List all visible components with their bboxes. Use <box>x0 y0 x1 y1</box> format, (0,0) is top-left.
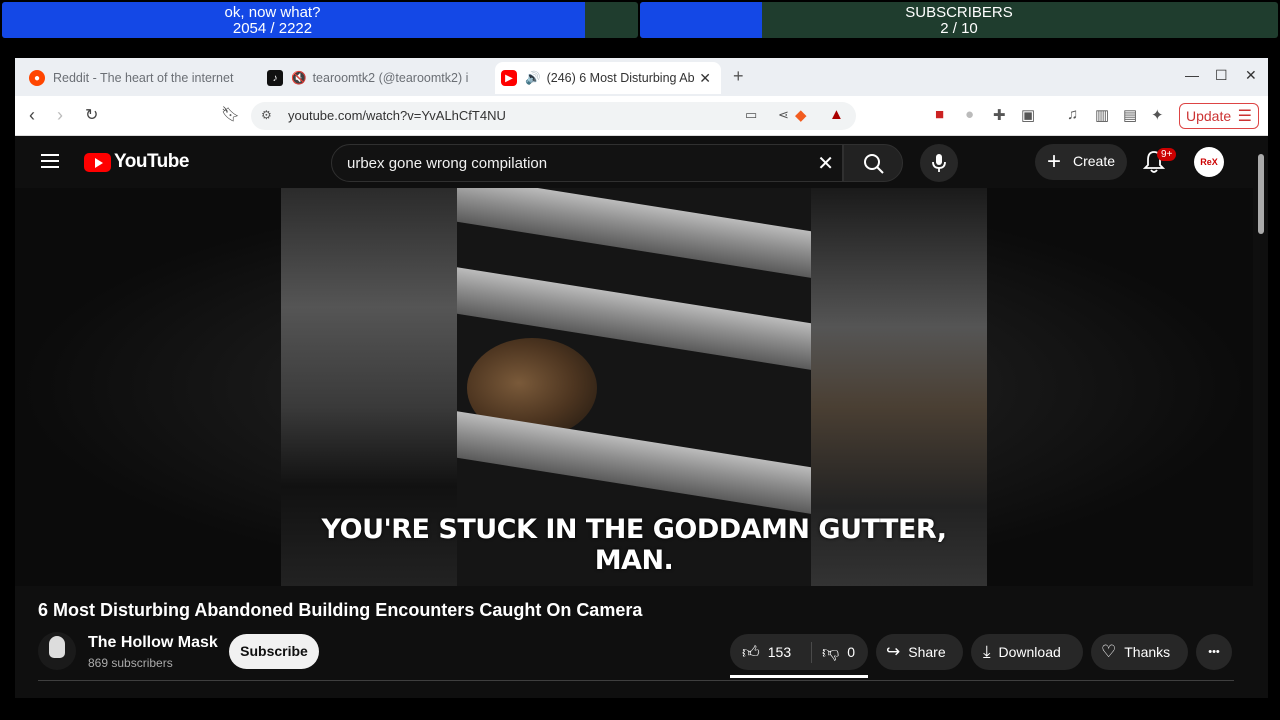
download-icon: ⤓ <box>983 642 991 661</box>
skull-icon <box>49 636 65 658</box>
microphone-icon <box>932 154 946 172</box>
page-scrollbar[interactable] <box>1255 136 1268 698</box>
close-window-icon[interactable]: ✕ <box>1245 67 1257 84</box>
maximize-icon[interactable]: ☐ <box>1215 67 1228 84</box>
forward-icon[interactable]: › <box>57 105 63 126</box>
dislike-button[interactable]: 👎︎ 0 <box>812 642 855 663</box>
leo-ai-icon[interactable]: ✦ <box>1151 106 1164 124</box>
extension-icon[interactable]: ● <box>965 106 974 123</box>
reddit-icon: ● <box>29 70 45 86</box>
search-input[interactable]: urbex gone wrong compilation ✕ <box>331 144 843 182</box>
cast-icon[interactable]: ▭ <box>745 107 757 123</box>
goal-title: SUBSCRIBERS <box>905 4 1013 21</box>
subscribe-button[interactable]: Subscribe <box>229 634 319 669</box>
tab-youtube[interactable]: ▶ 🔊 (246) 6 Most Disturbing Ab ✕ <box>495 62 721 94</box>
youtube-page: YouTube urbex gone wrong compilation ✕ +… <box>15 136 1253 698</box>
plus-icon: + <box>1047 148 1062 175</box>
channel-avatar[interactable] <box>38 632 76 670</box>
menu-icon: ☰ <box>1237 108 1252 125</box>
like-button[interactable]: 👍︎ 153 <box>730 641 812 663</box>
divider <box>38 680 1234 681</box>
voice-search-button[interactable] <box>920 144 958 182</box>
brave-shield-icon[interactable]: ◆ <box>795 106 807 124</box>
share-arrow-icon: ↪ <box>886 642 901 661</box>
sidebar-icon[interactable]: ▥ <box>1095 106 1109 124</box>
thanks-button[interactable]: ♡ Thanks <box>1091 634 1188 670</box>
tab-bar: ● Reddit - The heart of the internet ♪ 🔇… <box>15 58 1268 96</box>
tiktok-icon: ♪ <box>267 70 283 86</box>
video-player[interactable]: YOU'RE STUCK IN THE GODDAMN GUTTER, MAN. <box>281 188 987 586</box>
search-button[interactable] <box>843 144 903 182</box>
subscriber-count: 869 subscribers <box>88 656 173 670</box>
browser-window: ● Reddit - The heart of the internet ♪ 🔇… <box>15 58 1268 698</box>
video-caption: YOU'RE STUCK IN THE GODDAMN GUTTER, MAN. <box>321 514 947 576</box>
video-player-area[interactable]: YOU'RE STUCK IN THE GODDAMN GUTTER, MAN. <box>15 188 1253 586</box>
download-button[interactable]: ⤓ Download <box>971 634 1083 670</box>
thumbs-up-icon: 👍︎ <box>742 642 760 662</box>
thumbs-down-icon: 👎︎ <box>822 642 840 662</box>
like-dislike-group: 👍︎ 153 👎︎ 0 <box>730 634 868 670</box>
muted-icon: 🔇 <box>291 70 307 85</box>
youtube-icon: ▶ <box>501 70 517 86</box>
grate-bar <box>457 408 811 518</box>
back-icon[interactable]: ‹ <box>29 105 35 126</box>
goal-bar-right: SUBSCRIBERS 2 / 10 <box>640 2 1278 38</box>
channel-name[interactable]: The Hollow Mask <box>88 634 218 652</box>
tab-reddit[interactable]: ● Reddit - The heart of the internet <box>29 62 261 94</box>
account-avatar[interactable]: ReX <box>1194 147 1224 177</box>
site-info-icon[interactable]: ⚙ <box>261 108 272 122</box>
share-icon[interactable]: ⋖ <box>778 107 789 123</box>
browser-toolbar: ‹ › ↻ 🔖︎ ⚙ youtube.com/watch?v=YvALhCfT4… <box>15 96 1268 136</box>
tab-tiktok[interactable]: ♪ 🔇 tearoomtk2 (@tearoomtk2) i <box>267 62 495 94</box>
minimize-icon[interactable]: — <box>1185 67 1199 83</box>
goal-title: ok, now what? <box>224 4 321 21</box>
address-bar[interactable]: ⚙ youtube.com/watch?v=YvALhCfT4NU ▭ ⋖ <box>251 102 856 130</box>
like-progress-underline <box>730 675 868 678</box>
guide-menu-icon[interactable] <box>41 154 59 172</box>
reload-icon[interactable]: ↻ <box>85 105 98 125</box>
url-text[interactable]: youtube.com/watch?v=YvALhCfT4NU <box>288 108 506 123</box>
grate-bar <box>457 188 811 282</box>
youtube-logo[interactable]: YouTube <box>84 151 189 173</box>
scrollbar-thumb[interactable] <box>1258 154 1264 234</box>
clear-search-icon[interactable]: ✕ <box>817 151 834 176</box>
youtube-header: YouTube urbex gone wrong compilation ✕ +… <box>15 136 1253 188</box>
new-tab-icon[interactable]: + <box>733 66 744 87</box>
extension-icon[interactable]: ■ <box>935 106 944 123</box>
bookmark-icon[interactable]: 🔖︎ <box>221 105 240 123</box>
extensions-puzzle-icon[interactable]: ✚ <box>993 106 1006 124</box>
notification-badge: 9+ <box>1157 148 1177 161</box>
update-button[interactable]: Update ☰ <box>1179 103 1259 129</box>
video-title: 6 Most Disturbing Abandoned Building Enc… <box>38 600 643 620</box>
youtube-play-icon <box>84 152 111 172</box>
goal-count: 2 / 10 <box>940 20 978 37</box>
search-icon <box>864 154 884 174</box>
goal-bar-left: ok, now what? 2054 / 2222 <box>2 2 638 38</box>
create-button[interactable]: + Create <box>1035 144 1127 180</box>
super-thanks-icon: ♡ <box>1101 642 1117 661</box>
share-button[interactable]: ↪ Share <box>876 634 963 670</box>
wallet-icon[interactable]: ▤ <box>1123 106 1137 124</box>
audio-icon: 🔊 <box>525 70 541 85</box>
goal-count: 2054 / 2222 <box>232 20 313 37</box>
brave-rewards-icon[interactable]: ▲ <box>829 106 844 123</box>
media-icon[interactable]: ♫ <box>1067 106 1078 123</box>
close-tab-icon[interactable]: ✕ <box>699 70 711 87</box>
more-actions-button[interactable]: ••• <box>1196 634 1232 670</box>
screenshot-icon[interactable]: ▣ <box>1021 106 1035 124</box>
